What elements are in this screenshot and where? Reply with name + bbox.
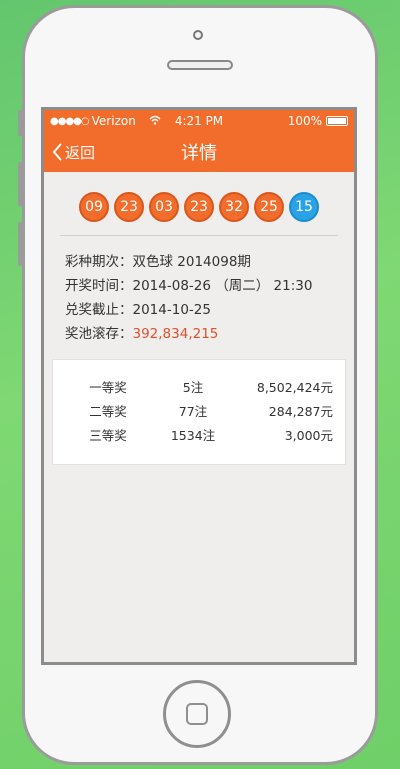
pool-value: 392,834,215 (132, 326, 219, 342)
earpiece-speaker (167, 60, 233, 70)
deadline-label: 兑奖截止： (65, 302, 133, 318)
number-ball: 23 (114, 192, 144, 222)
prize-row: 二等奖 77注 284,287元 (53, 400, 345, 424)
prize-row: 三等奖 1534注 3,000元 (53, 424, 345, 448)
home-button[interactable] (163, 680, 231, 748)
lottery-label: 彩种期次： (65, 254, 133, 270)
prize-name: 二等奖 (89, 404, 127, 419)
prize-table: 一等奖 5注 8,502,424元二等奖 77注 284,287元三等奖 1534注 3,0… (52, 359, 346, 465)
info-row-deadline: 兑奖截止：2014-10-25 (65, 298, 354, 322)
number-ball: 32 (219, 192, 249, 222)
number-ball: 09 (79, 192, 109, 222)
prize-row: 一等奖 5注 8,502,424元 (53, 376, 345, 400)
info-row-pool: 奖池滚存：392,834,215 (65, 322, 354, 346)
number-ball: 15 (289, 192, 319, 222)
prize-name: 三等奖 (89, 428, 127, 443)
chevron-left-icon (52, 143, 62, 161)
nav-bar: 返回 详情 (44, 132, 354, 172)
number-ball: 23 (184, 192, 214, 222)
home-square-icon (186, 703, 208, 725)
battery-icon (326, 116, 348, 126)
battery-percent: 100% (287, 114, 322, 128)
front-camera (193, 30, 203, 40)
deadline-value: 2014-10-25 (132, 302, 211, 318)
prize-amount: 8,502,424元 (256, 380, 333, 395)
lottery-value: 双色球 2014098期 (132, 254, 251, 270)
info-row-draw-time: 开奖时间：2014-08-26 （周二） 21:30 (65, 274, 354, 298)
draw-info: 彩种期次：双色球 2014098期 开奖时间：2014-08-26 （周二） 2… (44, 236, 354, 346)
prize-count: 1534注 (170, 428, 216, 443)
prize-count: 5注 (182, 380, 204, 395)
volume-down-button (18, 222, 23, 266)
phone-screen: ●●●●○ Verizon 4:21 PM 100% 返回 详情 09 23 03 2… (41, 107, 357, 665)
prize-amount: 3,000元 (284, 428, 333, 443)
volume-up-button (18, 162, 23, 206)
winning-numbers: 09 23 03 23 32 25 15 (44, 172, 354, 235)
number-ball: 25 (254, 192, 284, 222)
back-button[interactable]: 返回 (44, 142, 95, 163)
mute-switch (18, 110, 23, 136)
draw-time-label: 开奖时间： (65, 278, 133, 294)
signal-dots-icon: ●●●●○ (50, 115, 90, 127)
wifi-icon (149, 115, 161, 128)
prize-amount: 284,287元 (268, 404, 333, 419)
draw-time-value: 2014-08-26 （周二） 21:30 (132, 278, 313, 294)
prize-name: 一等奖 (89, 380, 127, 395)
info-row-lottery: 彩种期次：双色球 2014098期 (65, 250, 354, 274)
carrier-label: Verizon (91, 114, 136, 128)
back-label: 返回 (65, 143, 96, 162)
status-bar: ●●●●○ Verizon 4:21 PM 100% (44, 110, 354, 132)
pool-label: 奖池滚存： (65, 326, 133, 342)
prize-count: 77注 (178, 404, 208, 419)
number-ball: 03 (149, 192, 179, 222)
